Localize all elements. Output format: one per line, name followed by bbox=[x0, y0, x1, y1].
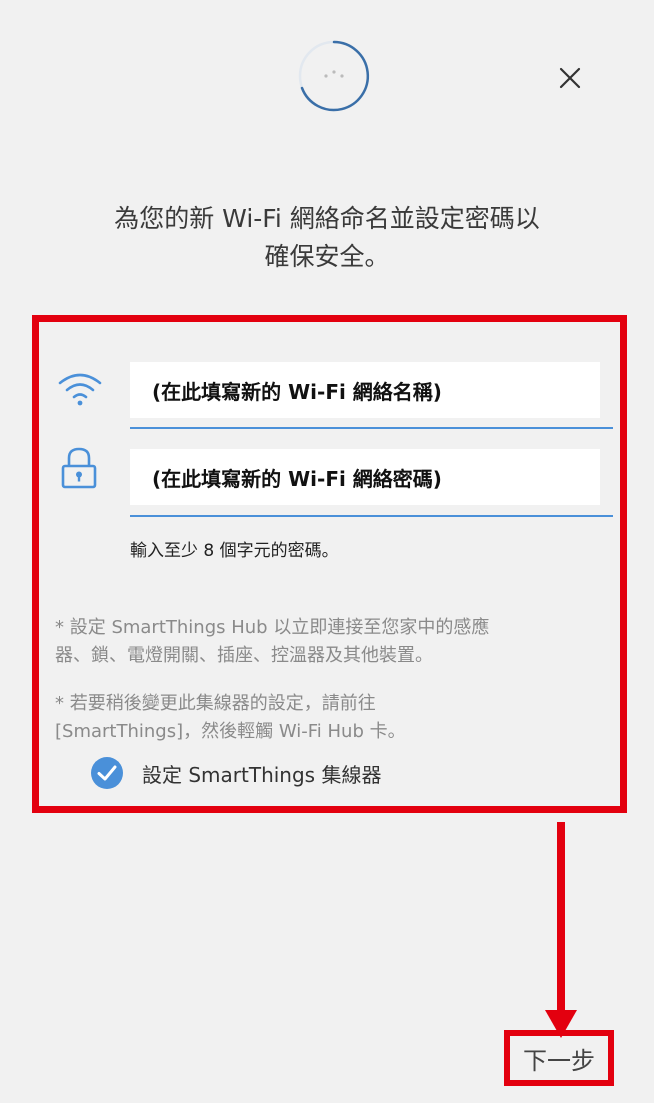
note-change-settings: * 若要稍後變更此集線器的設定，請前往 [SmartThings]，然後輕觸 W… bbox=[55, 690, 605, 746]
title-line-1: 為您的新 Wi-Fi 網絡命名並設定密碼以 bbox=[114, 204, 540, 233]
password-field[interactable]: (在此填寫新的 Wi-Fi 網絡密碼) bbox=[130, 449, 600, 505]
checkbox-checked-icon[interactable] bbox=[90, 756, 124, 790]
note-1-line-2: 器、鎖、電燈開關、插座、控溫器及其他裝置。 bbox=[55, 645, 433, 666]
wifi-setup-screen: 為您的新 Wi-Fi 網絡命名並設定密碼以 確保安全。 (在此填寫新的 Wi-F… bbox=[0, 0, 654, 1103]
note-2-line-2: [SmartThings]，然後輕觸 Wi-Fi Hub 卡。 bbox=[55, 721, 406, 742]
close-icon bbox=[559, 67, 581, 89]
network-name-underline bbox=[130, 427, 613, 429]
close-button[interactable] bbox=[550, 58, 590, 98]
page-title: 為您的新 Wi-Fi 網絡命名並設定密碼以 確保安全。 bbox=[40, 200, 614, 276]
network-name-field[interactable]: (在此填寫新的 Wi-Fi 網絡名稱) bbox=[130, 362, 600, 418]
password-underline bbox=[130, 515, 613, 517]
next-button[interactable]: 下一步 bbox=[504, 1030, 614, 1086]
wifi-icon bbox=[58, 373, 102, 406]
note-1-line-1: * 設定 SmartThings Hub 以立即連接至您家中的感應 bbox=[55, 617, 490, 638]
password-hint: 輸入至少 8 個字元的密碼。 bbox=[130, 541, 339, 561]
pointer-arrow-shaft bbox=[557, 822, 565, 1012]
setup-hub-checkbox-row[interactable]: 設定 SmartThings 集線器 bbox=[90, 756, 381, 790]
setup-hub-checkbox-label: 設定 SmartThings 集線器 bbox=[142, 762, 382, 787]
loading-spinner-icon bbox=[298, 40, 370, 112]
lock-icon bbox=[61, 447, 97, 489]
title-line-2: 確保安全。 bbox=[264, 242, 390, 271]
note-connect-devices: * 設定 SmartThings Hub 以立即連接至您家中的感應 器、鎖、電燈… bbox=[55, 614, 605, 670]
note-2-line-1: * 若要稍後變更此集線器的設定，請前往 bbox=[55, 693, 376, 714]
